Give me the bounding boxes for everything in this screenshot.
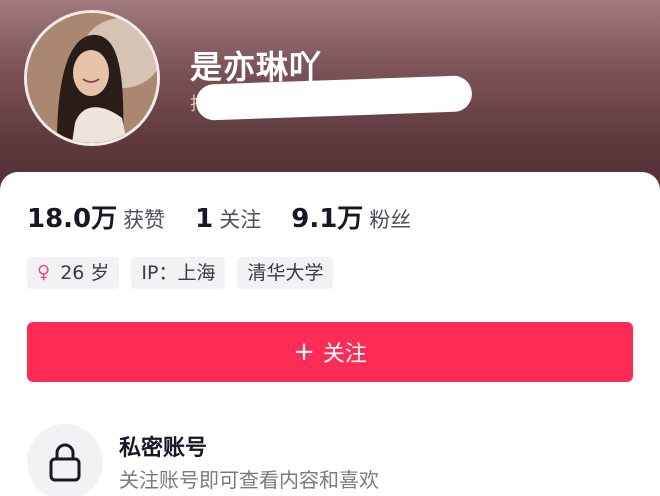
- plus-icon: +: [293, 337, 315, 367]
- avatar-photo: [27, 13, 157, 143]
- stat-followers[interactable]: 9.1万 粉丝: [291, 198, 411, 235]
- profile-tags: ♀ 26 岁 IP：上海 清华大学: [27, 257, 345, 289]
- tag-ip-location: IP：上海: [131, 257, 226, 289]
- stat-following-label: 关注: [219, 208, 262, 232]
- stat-followers-label: 粉丝: [369, 208, 412, 232]
- private-account-description: 关注账号即可查看内容和喜欢: [119, 468, 379, 492]
- stat-likes-value: 18.0万: [27, 204, 118, 234]
- stats-row: 18.0万 获赞 1 关注 9.1万 粉丝: [27, 198, 441, 235]
- stat-following[interactable]: 1 关注: [195, 204, 261, 234]
- follow-button-label: 关注: [322, 342, 367, 367]
- stat-likes-label: 获赞: [123, 208, 166, 232]
- tag-gender-age: ♀ 26 岁: [27, 257, 120, 289]
- lock-icon: [49, 443, 81, 482]
- follow-button[interactable]: + 关注: [27, 322, 633, 382]
- private-account-badge: [27, 424, 103, 496]
- avatar-portrait-icon: [27, 13, 157, 143]
- avatar[interactable]: [24, 10, 160, 146]
- profile-page: 是亦琳吖 抖 18.0万 获赞 1 关注 9.1万 粉丝 ♀ 26 岁 IP：上…: [0, 0, 660, 496]
- tag-school[interactable]: 清华大学: [237, 257, 334, 289]
- stat-followers-value: 9.1万: [291, 204, 364, 234]
- stat-following-value: 1: [195, 204, 214, 234]
- private-account-title: 私密账号: [119, 436, 208, 461]
- female-icon: ♀: [37, 262, 51, 283]
- tag-age: 26 岁: [60, 262, 110, 284]
- stat-likes[interactable]: 18.0万 获赞: [27, 198, 165, 235]
